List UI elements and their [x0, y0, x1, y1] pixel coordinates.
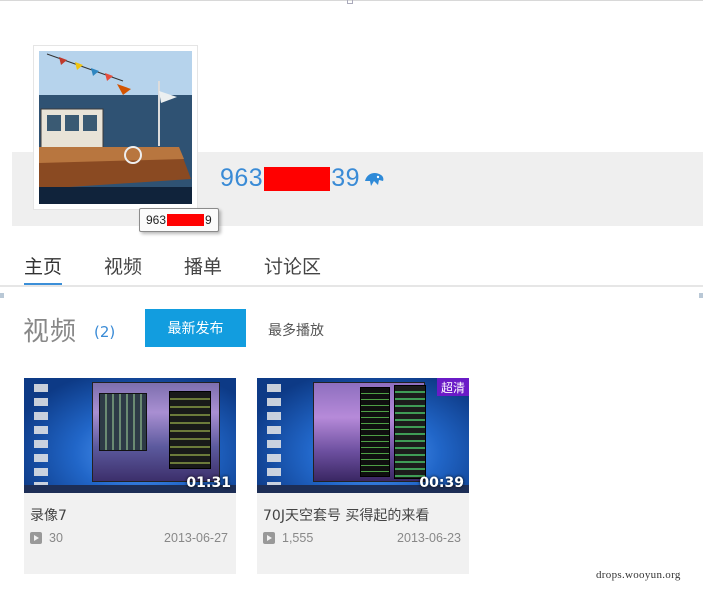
tabs-divider — [0, 285, 703, 287]
tab-home[interactable]: 主页 — [24, 254, 63, 286]
username-prefix: 963 — [220, 164, 264, 192]
tab-videos[interactable]: 视频 — [104, 254, 142, 286]
bird-icon — [363, 169, 385, 189]
play-count-icon — [30, 532, 42, 544]
left-edge-marker — [0, 293, 4, 298]
tooltip-redaction-box — [167, 214, 205, 226]
video-count: (2) — [94, 323, 116, 341]
desktop-icons — [267, 384, 281, 490]
video-card[interactable]: 01:31 录像7 30 2013-06-27 — [24, 378, 236, 574]
video-meta: 1,555 2013-06-23 — [263, 531, 461, 545]
top-marker — [347, 0, 353, 4]
tooltip-suffix: 9 — [205, 213, 212, 227]
video-title[interactable]: 录像7 — [30, 505, 67, 525]
desktop-icons — [34, 384, 48, 490]
video-card[interactable]: 超清 00:39 70J天空套号 买得起的来看 1,555 2013-06-23 — [257, 378, 469, 574]
upload-date: 2013-06-27 — [164, 531, 228, 545]
game-window — [92, 382, 220, 482]
username-tooltip: 963 9 — [139, 208, 219, 232]
video-meta: 30 2013-06-27 — [30, 531, 228, 545]
video-duration: 00:39 — [419, 475, 464, 491]
play-count: 1,555 — [282, 531, 314, 545]
play-count-icon — [263, 532, 275, 544]
stats-panel — [394, 385, 426, 479]
sort-most-played-button[interactable]: 最多播放 — [268, 320, 324, 340]
tooltip-prefix: 963 — [146, 213, 167, 227]
video-thumbnail[interactable]: 01:31 — [24, 378, 236, 493]
equipment-panel — [169, 391, 211, 469]
hd-badge: 超清 — [437, 378, 469, 396]
sort-latest-button[interactable]: 最新发布 — [145, 309, 246, 347]
avatar-image — [39, 51, 192, 204]
username-suffix: 39 — [331, 164, 361, 192]
video-thumbnail[interactable]: 超清 00:39 — [257, 378, 469, 493]
inventory-panel — [99, 393, 147, 451]
tab-playlists[interactable]: 播单 — [184, 254, 222, 286]
profile-tabs: 主页 视频 播单 讨论区 — [24, 254, 363, 286]
redaction-box — [264, 166, 331, 191]
avatar[interactable] — [33, 45, 198, 210]
tab-discussion[interactable]: 讨论区 — [264, 254, 321, 286]
profile-username[interactable]: 963 39 — [220, 164, 385, 193]
right-edge-marker — [699, 293, 703, 298]
video-duration: 01:31 — [186, 475, 231, 491]
section-title: 视频 — [23, 317, 78, 347]
game-window — [313, 382, 426, 482]
chat-panel — [360, 387, 390, 477]
play-count: 30 — [49, 531, 63, 545]
watermark: drops.wooyun.org — [596, 569, 681, 581]
video-title[interactable]: 70J天空套号 买得起的来看 — [263, 505, 429, 525]
boat-picture — [39, 51, 192, 204]
upload-date: 2013-06-23 — [397, 531, 461, 545]
